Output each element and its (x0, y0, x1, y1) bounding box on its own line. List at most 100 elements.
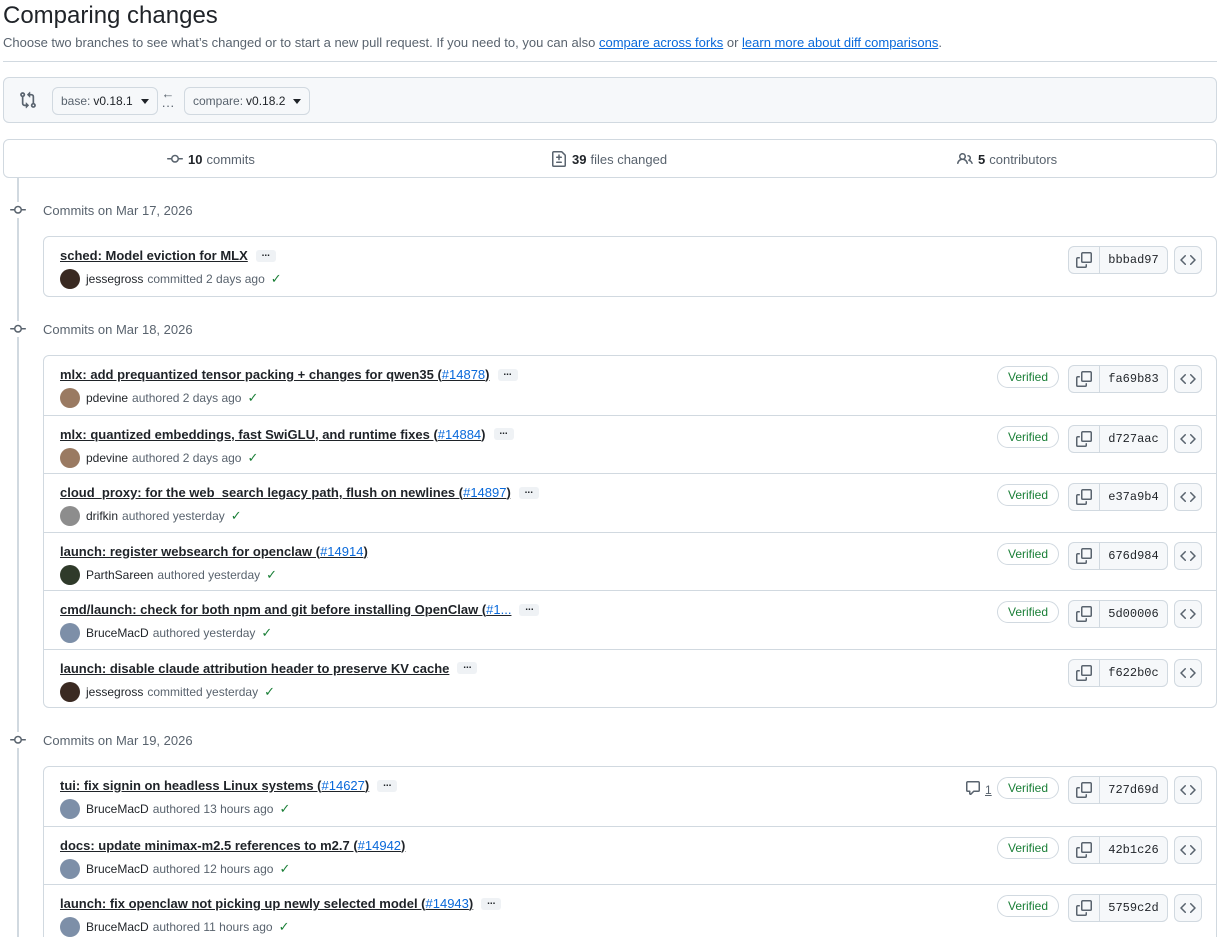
commit-sha-link[interactable]: d727aac (1100, 426, 1167, 452)
copy-icon[interactable] (1069, 836, 1100, 863)
commit-author-link[interactable]: drifkin (86, 509, 118, 523)
check-icon[interactable]: ✓ (279, 861, 290, 877)
commit-author-link[interactable]: ParthSareen (86, 568, 153, 582)
verified-badge[interactable]: Verified (997, 836, 1060, 859)
browse-code-icon[interactable] (1174, 365, 1202, 393)
verified-badge[interactable]: Verified (997, 425, 1060, 448)
copy-icon[interactable] (1069, 777, 1100, 803)
commit-sha-link[interactable]: 5d00006 (1100, 601, 1167, 627)
commit-message-suffix[interactable]: ) (401, 838, 405, 853)
commit-author-link[interactable]: BruceMacD (86, 626, 149, 640)
avatar[interactable] (60, 506, 80, 526)
commits-tab[interactable]: 10 commits (167, 151, 255, 167)
pr-link[interactable]: #14884 (438, 427, 481, 442)
check-icon[interactable]: ✓ (247, 450, 258, 466)
commit-title-link[interactable]: tui: fix signin on headless Linux system… (60, 778, 369, 793)
expand-message-button[interactable]: ... (377, 778, 398, 792)
commit-title-link[interactable]: cloud_proxy: for the web_search legacy p… (60, 485, 511, 500)
commit-author-link[interactable]: pdevine (86, 451, 128, 465)
commit-message[interactable]: launch: register websearch for openclaw … (60, 544, 320, 559)
commit-message[interactable]: tui: fix signin on headless Linux system… (60, 778, 322, 793)
commit-title-link[interactable]: launch: fix openclaw not picking up newl… (60, 896, 473, 911)
commit-author-link[interactable]: pdevine (86, 391, 128, 405)
commit-message-suffix[interactable]: ) (363, 544, 367, 559)
commit-message[interactable]: launch: fix openclaw not picking up newl… (60, 896, 426, 911)
commit-sha-link[interactable]: f622b0c (1100, 660, 1167, 686)
check-icon[interactable]: ✓ (279, 801, 290, 817)
commit-title-link[interactable]: sched: Model eviction for MLX (60, 248, 248, 263)
avatar[interactable] (60, 681, 80, 702)
commit-message-suffix[interactable]: ) (506, 485, 510, 500)
avatar[interactable] (60, 623, 80, 643)
commit-sha-link[interactable]: bbbad97 (1100, 247, 1167, 273)
check-icon[interactable]: ✓ (247, 390, 258, 406)
browse-code-icon[interactable] (1174, 776, 1202, 804)
browse-code-icon[interactable] (1174, 600, 1202, 628)
expand-message-button[interactable]: ... (519, 602, 540, 616)
commit-sha-link[interactable]: 727d69d (1100, 777, 1167, 803)
contributors-tab[interactable]: 5 contributors (957, 151, 1057, 167)
pr-link[interactable]: #14942 (358, 838, 401, 853)
browse-code-icon[interactable] (1174, 483, 1202, 511)
files-changed-tab[interactable]: 39 files changed (551, 151, 667, 167)
commit-author-link[interactable]: jessegross (86, 272, 143, 286)
commit-message[interactable]: sched: Model eviction for MLX (60, 248, 248, 263)
commit-title-link[interactable]: docs: update minimax-m2.5 references to … (60, 838, 405, 853)
expand-message-button[interactable]: ... (481, 896, 502, 910)
commit-title-link[interactable]: launch: register websearch for openclaw … (60, 544, 368, 559)
commit-author-link[interactable]: BruceMacD (86, 920, 149, 934)
compare-branch-select[interactable]: compare: v0.18.2 (184, 87, 311, 115)
commit-author-link[interactable]: jessegross (86, 685, 143, 699)
copy-icon[interactable] (1069, 601, 1100, 627)
browse-code-icon[interactable] (1174, 424, 1202, 453)
check-icon[interactable]: ✓ (231, 508, 242, 524)
avatar[interactable] (60, 858, 80, 879)
browse-code-icon[interactable] (1174, 658, 1202, 687)
commit-sha-link[interactable]: e37a9b4 (1100, 484, 1167, 510)
verified-badge[interactable]: Verified (997, 895, 1060, 917)
base-branch-select[interactable]: base: v0.18.1 (52, 87, 158, 115)
browse-code-icon[interactable] (1174, 246, 1202, 274)
commit-sha-link[interactable]: 5759c2d (1100, 895, 1167, 921)
verified-badge[interactable]: Verified (997, 601, 1060, 623)
learn-diff-link[interactable]: learn more about diff comparisons (742, 35, 938, 50)
commit-title-link[interactable]: cmd/launch: check for both npm and git b… (60, 602, 511, 617)
verified-badge[interactable]: Verified (997, 366, 1060, 388)
commit-message-suffix[interactable]: ) (481, 427, 485, 442)
avatar[interactable] (60, 799, 80, 819)
pr-link[interactable]: #1... (486, 602, 511, 617)
copy-icon[interactable] (1069, 659, 1100, 686)
pr-link[interactable]: #14878 (442, 367, 485, 382)
check-icon[interactable]: ✓ (264, 684, 275, 700)
browse-code-icon[interactable] (1174, 835, 1202, 864)
expand-message-button[interactable]: ... (493, 427, 514, 440)
avatar[interactable] (60, 388, 80, 408)
commit-message-suffix[interactable]: ) (485, 367, 489, 382)
commit-author-link[interactable]: BruceMacD (86, 802, 149, 816)
commit-comments-link[interactable]: 1 (961, 780, 992, 799)
commit-message[interactable]: mlx: add prequantized tensor packing + c… (60, 367, 442, 382)
browse-code-icon[interactable] (1174, 541, 1202, 570)
expand-message-button[interactable]: ... (497, 367, 518, 381)
commit-title-link[interactable]: mlx: quantized embeddings, fast SwiGLU, … (60, 427, 486, 442)
copy-icon[interactable] (1069, 425, 1100, 452)
verified-badge[interactable]: Verified (997, 542, 1060, 565)
commit-message[interactable]: cmd/launch: check for both npm and git b… (60, 602, 486, 617)
commit-sha-link[interactable]: 42b1c26 (1100, 837, 1167, 863)
verified-badge[interactable]: Verified (997, 777, 1060, 799)
compare-forks-link[interactable]: compare across forks (599, 35, 723, 50)
check-icon[interactable]: ✓ (271, 271, 282, 287)
commit-sha-link[interactable]: fa69b83 (1100, 366, 1167, 392)
commit-title-link[interactable]: mlx: add prequantized tensor packing + c… (60, 367, 490, 382)
pr-link[interactable]: #14897 (463, 485, 506, 500)
pr-link[interactable]: #14914 (320, 544, 363, 559)
check-icon[interactable]: ✓ (266, 567, 277, 583)
copy-icon[interactable] (1069, 366, 1100, 392)
commit-message[interactable]: docs: update minimax-m2.5 references to … (60, 838, 358, 853)
avatar[interactable] (60, 447, 80, 468)
commit-title-link[interactable]: launch: disable claude attribution heade… (60, 661, 449, 676)
expand-message-button[interactable]: ... (457, 661, 478, 674)
commit-author-link[interactable]: BruceMacD (86, 862, 149, 876)
check-icon[interactable]: ✓ (261, 625, 272, 641)
expand-message-button[interactable]: ... (518, 485, 539, 499)
